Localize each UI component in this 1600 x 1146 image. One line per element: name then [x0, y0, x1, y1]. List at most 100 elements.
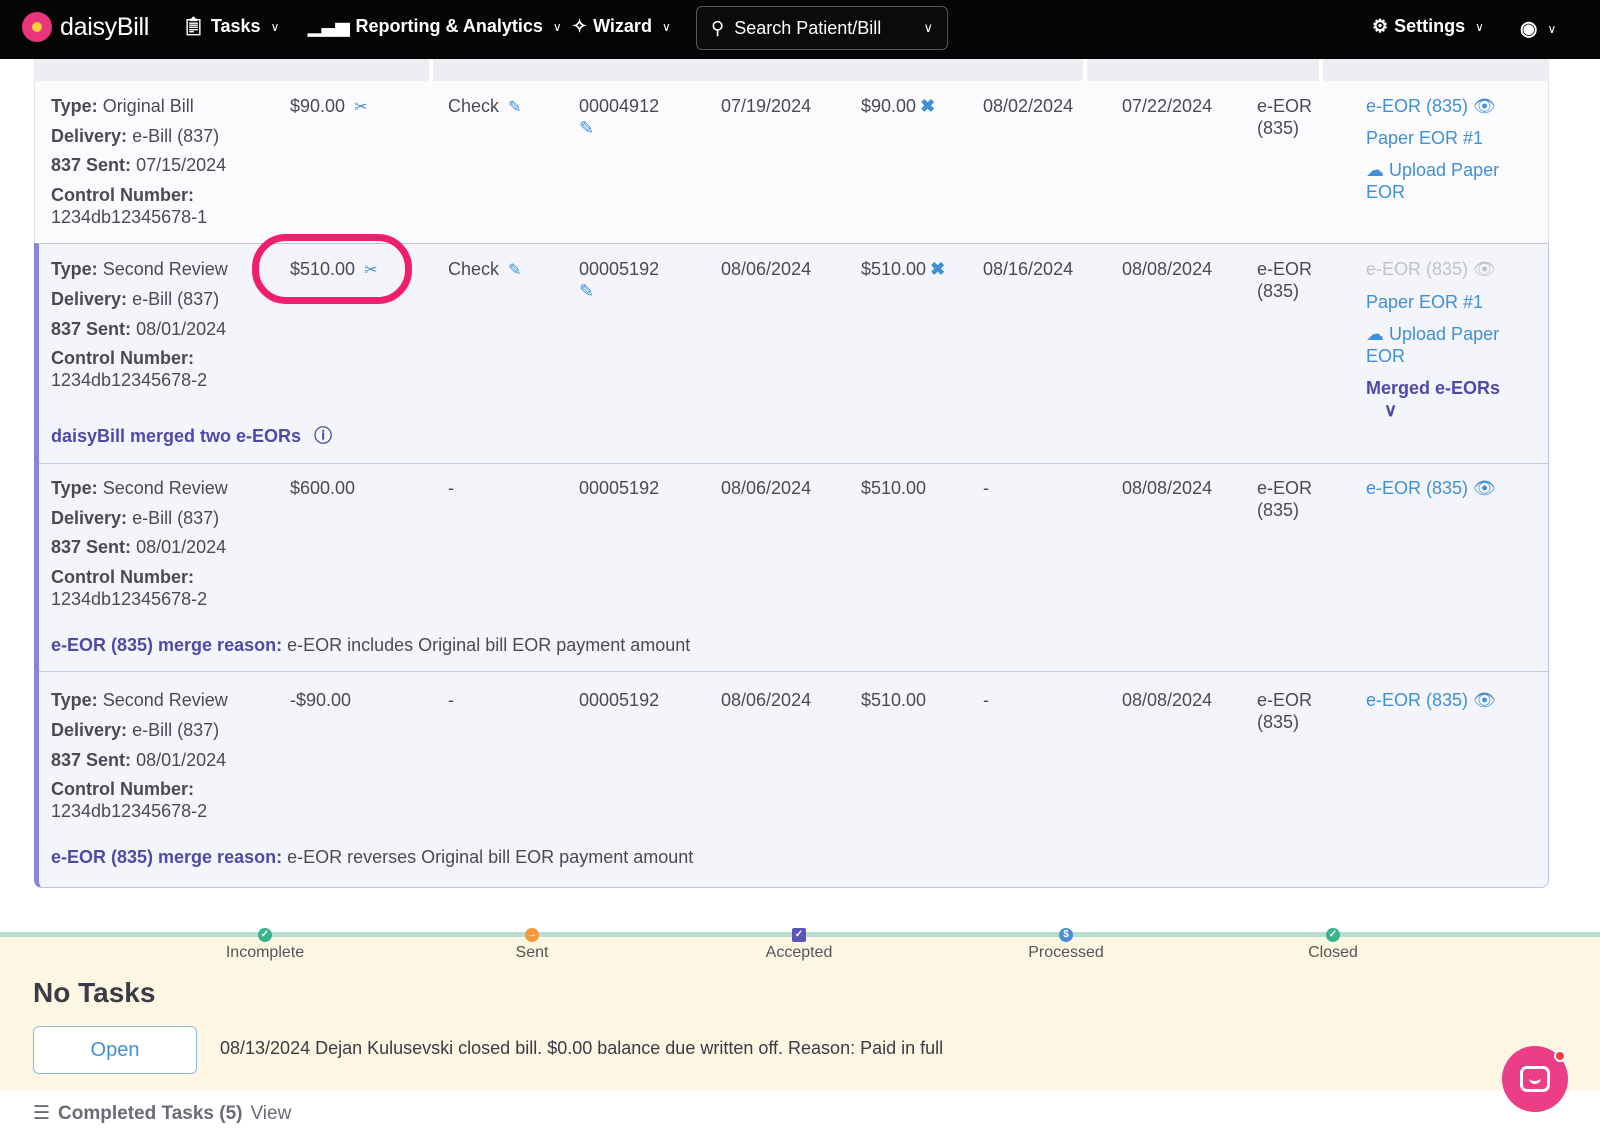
delivery-field: Delivery: e-Bill (837): [51, 126, 220, 146]
control-label: Control Number:: [51, 567, 194, 587]
tasks-heading: No Tasks: [33, 977, 156, 1008]
row-divider: [39, 463, 1548, 464]
open-button[interactable]: Open: [33, 1026, 197, 1074]
cloud-upload-icon: ☁: [1366, 160, 1384, 180]
edit-icon[interactable]: ✎: [579, 281, 594, 301]
edit-icon[interactable]: ✎: [579, 118, 594, 138]
logo-text: daisyBill: [60, 12, 149, 41]
date-cell: 08/06/2024: [721, 690, 812, 710]
edit-icon[interactable]: ✎: [508, 97, 521, 119]
status-step-label: Accepted: [765, 944, 833, 961]
check-circle-icon: ✓: [258, 928, 272, 942]
check-number-cell: 00004912 ✎: [579, 96, 660, 138]
info-icon[interactable]: ⓘ: [314, 426, 332, 446]
check-number-cell: 00005192: [579, 478, 660, 498]
date3-cell: 08/08/2024: [1122, 259, 1213, 279]
search-icon: ⚲: [711, 17, 725, 38]
paper-eor-link[interactable]: Paper EOR #1: [1366, 291, 1483, 313]
payment-cell: $90.00 ✂: [290, 95, 367, 119]
user-circle-icon: ◉: [1520, 18, 1538, 40]
delivery-field: Delivery: e-Bill (837): [51, 289, 220, 309]
user-menu[interactable]: ◉ ∨: [1520, 16, 1556, 41]
method-cell: -: [448, 478, 454, 498]
type-field: Type: Second Review: [51, 690, 228, 710]
notification-dot: [1554, 1050, 1566, 1062]
nav-tasks[interactable]: 📋︎ Tasks ∨: [182, 16, 279, 37]
eeor-link[interactable]: e-EOR (835) 👁︎: [1366, 95, 1496, 117]
chevron-down-icon: ∨: [552, 19, 562, 34]
daisy-icon: [22, 12, 52, 42]
sent-field: 837 Sent: 07/15/2024: [51, 155, 227, 175]
control-number: 1234db12345678-1: [51, 207, 208, 227]
sent-field: 837 Sent: 08/01/2024: [51, 537, 227, 557]
nav-tasks-label: Tasks: [210, 16, 261, 36]
nav-reporting[interactable]: ▁▃▅ Reporting & Analytics ∨: [308, 16, 562, 37]
merged-eors-toggle[interactable]: Merged e-EORs ∨: [1366, 377, 1536, 421]
dollar-circle-icon: $: [1059, 928, 1073, 942]
header-cell: [433, 59, 1083, 81]
check-square-icon: ✓: [792, 928, 806, 942]
table-row: Type: Original Bill Delivery: e-Bill (83…: [34, 81, 1549, 243]
upload-paper-eor-link[interactable]: ☁ Upload Paper EOR: [1366, 159, 1526, 203]
status-step-accepted: ✓ Accepted: [739, 928, 859, 962]
chevron-down-icon: ∨: [270, 19, 280, 34]
merge-reason: e-EOR (835) merge reason: e-EOR includes…: [51, 635, 691, 655]
date-cell: 08/06/2024: [721, 478, 812, 498]
status-step-label: Incomplete: [225, 944, 305, 961]
chevron-down-icon: ∨: [1475, 19, 1484, 34]
search-patient-bill[interactable]: ⚲ Search Patient/Bill ∨: [696, 6, 948, 50]
total-cell: $510.00: [861, 690, 927, 710]
date-cell: 07/19/2024: [721, 96, 812, 116]
bill-closed-note: 08/13/2024 Dejan Kulusevski closed bill.…: [220, 1038, 944, 1058]
status-step-processed: $ Processed: [1006, 928, 1126, 962]
chevron-down-icon: ∨: [1547, 21, 1557, 36]
close-icon[interactable]: ✖: [930, 259, 945, 279]
nav-settings[interactable]: ⚙ Settings ∨: [1372, 16, 1484, 37]
eye-icon: 👁︎: [1473, 478, 1496, 498]
magic-wand-icon: ✧: [572, 16, 588, 36]
eeor-link[interactable]: e-EOR (835) 👁︎: [1366, 477, 1496, 499]
check-number-cell: 00005192: [579, 690, 660, 710]
status-step-closed: ✓ Closed: [1273, 928, 1393, 962]
source-cell: e-EOR (835): [1257, 478, 1313, 520]
check-circle-icon: ✓: [1326, 928, 1340, 942]
eeor-link-disabled: e-EOR (835) 👁︎: [1366, 259, 1496, 279]
date3-cell: 08/08/2024: [1122, 690, 1213, 710]
control-label: Control Number:: [51, 348, 194, 368]
source-cell: e-EOR (835): [1257, 690, 1313, 732]
type-field: Type: Second Review: [51, 259, 228, 279]
daisybill-logo[interactable]: daisyBill: [22, 12, 149, 42]
total-cell: $510.00: [861, 478, 927, 498]
search-placeholder: Search Patient/Bill: [734, 17, 882, 38]
sent-field: 837 Sent: 08/01/2024: [51, 750, 227, 770]
header-cell: [34, 59, 429, 81]
eeor-link[interactable]: e-EOR (835) 👁︎: [1366, 689, 1496, 711]
bar-chart-icon: ▁▃▅: [308, 16, 350, 36]
source-cell: e-EOR (835): [1257, 96, 1313, 138]
payment-cell: -$90.00: [290, 690, 352, 710]
paper-eor-link[interactable]: Paper EOR #1: [1366, 127, 1483, 149]
completed-tasks: ☰ Completed Tasks (5) View: [33, 1102, 291, 1125]
chevron-down-icon: ∨: [923, 20, 933, 35]
nav-reporting-label: Reporting & Analytics: [355, 16, 543, 36]
control-label: Control Number:: [51, 779, 194, 799]
delivery-field: Delivery: e-Bill (837): [51, 508, 220, 528]
date-cell: 08/06/2024: [721, 259, 812, 279]
type-field: Type: Second Review: [51, 478, 228, 498]
completed-tasks-view-link[interactable]: View: [250, 1103, 291, 1125]
cloud-upload-icon: ☁: [1366, 324, 1384, 344]
arrow-circle-icon: →: [525, 928, 539, 942]
upload-paper-eor-link[interactable]: ☁ Upload Paper EOR: [1366, 323, 1526, 367]
eye-icon: 👁︎: [1473, 690, 1496, 710]
header-cell: [1087, 59, 1319, 81]
date2-cell: 08/16/2024: [983, 259, 1074, 279]
edit-icon[interactable]: ✎: [508, 260, 521, 282]
merge-reason: e-EOR (835) merge reason: e-EOR reverses…: [51, 847, 694, 867]
status-step-label: Processed: [1028, 944, 1104, 961]
scissors-icon[interactable]: ✂: [354, 97, 367, 119]
close-icon[interactable]: ✖: [920, 96, 935, 116]
table-header: [34, 59, 1549, 81]
nav-wizard[interactable]: ✧ Wizard ∨: [572, 16, 671, 37]
total-cell: $510.00 ✖: [861, 259, 946, 279]
top-navbar: daisyBill 📋︎ Tasks ∨ ▁▃▅ Reporting & Ana…: [0, 0, 1600, 59]
